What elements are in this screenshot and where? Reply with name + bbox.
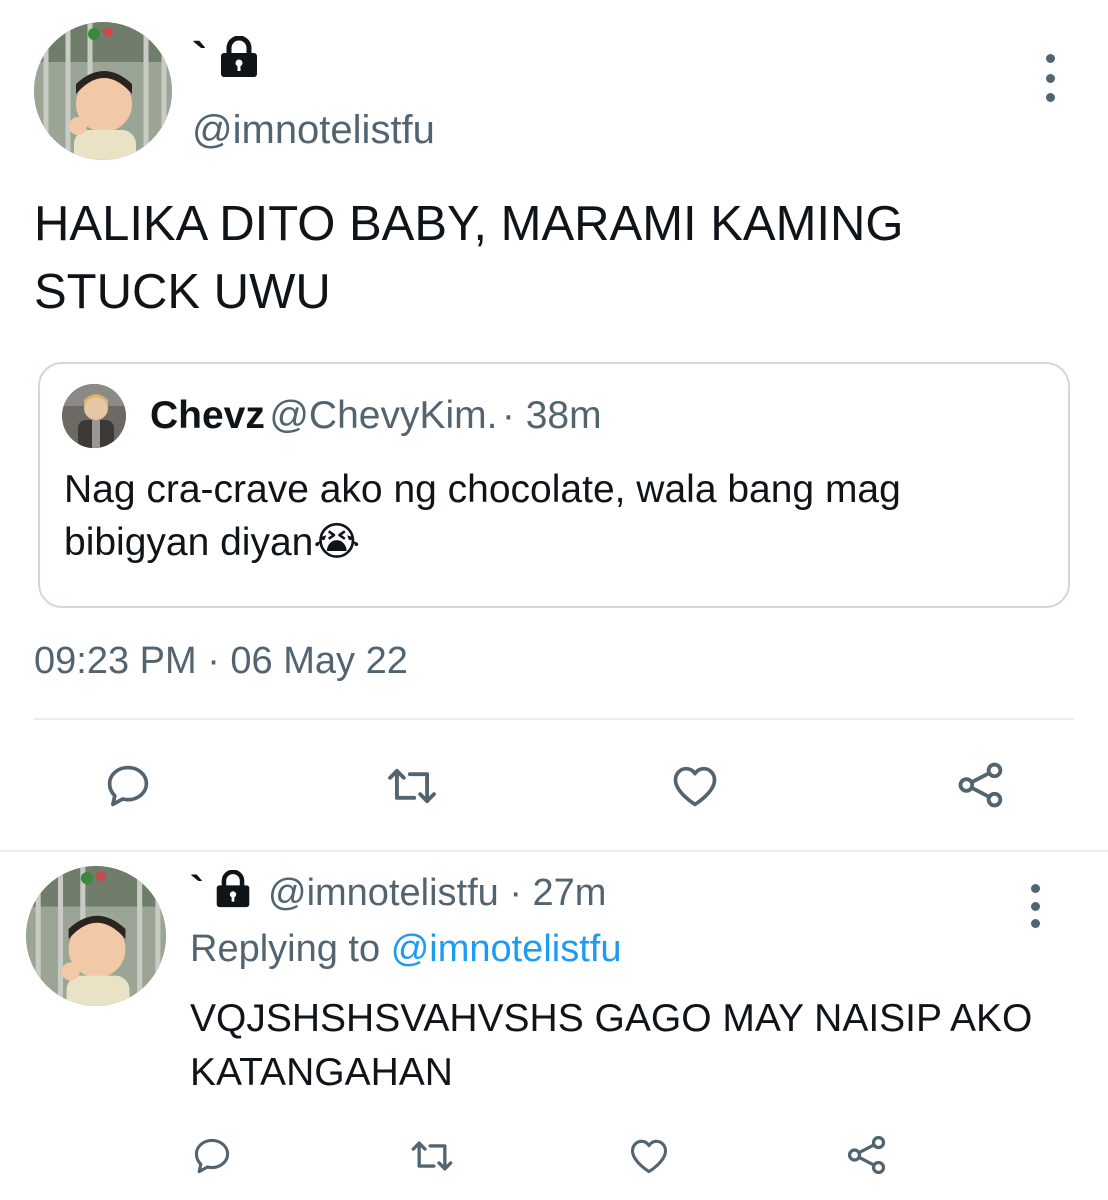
replying-to-handle[interactable]: @imnotelistfu <box>391 928 622 970</box>
reply-icon[interactable] <box>190 1134 234 1178</box>
quote-author-name[interactable]: Chevz <box>150 394 265 437</box>
reply-avatar[interactable] <box>26 866 166 1006</box>
quote-avatar <box>62 384 126 448</box>
reply-meta: @imnotelistfu · 27m <box>268 872 606 915</box>
author-handle[interactable]: @imnotelistfu <box>192 108 435 153</box>
quote-time: · 38m <box>501 394 602 437</box>
lock-icon <box>218 35 260 78</box>
like-icon[interactable] <box>626 1134 672 1178</box>
like-icon[interactable] <box>668 760 722 812</box>
retweet-icon[interactable] <box>408 1134 456 1178</box>
reply-time: · 27m <box>509 872 607 914</box>
reply-author-handle[interactable]: @imnotelistfu <box>268 872 499 914</box>
crying-emoji: 😭 <box>313 520 361 564</box>
reply-icon[interactable] <box>102 760 154 812</box>
tweet-separator <box>0 850 1108 852</box>
reply-display-name: ` <box>190 867 204 914</box>
quoted-tweet-card[interactable]: Chevz @ChevyKim. · 38m Nag cra-crave ako… <box>38 362 1070 608</box>
lock-icon <box>214 869 252 908</box>
replying-to: Replying to @imnotelistfu <box>190 928 621 971</box>
retweet-icon[interactable] <box>384 760 440 812</box>
reply-text: VQJSHSHSVAHVSHS GAGO MAY NAISIP AKO KATA… <box>190 997 1033 1094</box>
share-icon[interactable] <box>844 1132 890 1178</box>
more-vertical-icon[interactable] <box>1030 48 1070 108</box>
tweet-timestamp[interactable]: 09:23 PM · 06 May 22 <box>34 640 408 683</box>
quote-author-handle[interactable]: @ChevyKim. <box>269 394 497 437</box>
more-vertical-icon[interactable] <box>1015 878 1055 934</box>
share-icon[interactable] <box>954 758 1008 812</box>
tweet-text: HALIKA DITO BABY, MARAMI KAMING STUCK UW… <box>34 197 904 319</box>
quote-body: Nag cra-crave ako ng chocolate, wala ban… <box>64 468 901 564</box>
replying-prefix: Replying to <box>190 928 381 970</box>
quote-text: Nag cra-crave ako ng chocolate, wala ban… <box>64 464 984 569</box>
avatar[interactable] <box>34 22 172 160</box>
divider <box>34 718 1074 720</box>
display-name: ` <box>192 33 208 85</box>
